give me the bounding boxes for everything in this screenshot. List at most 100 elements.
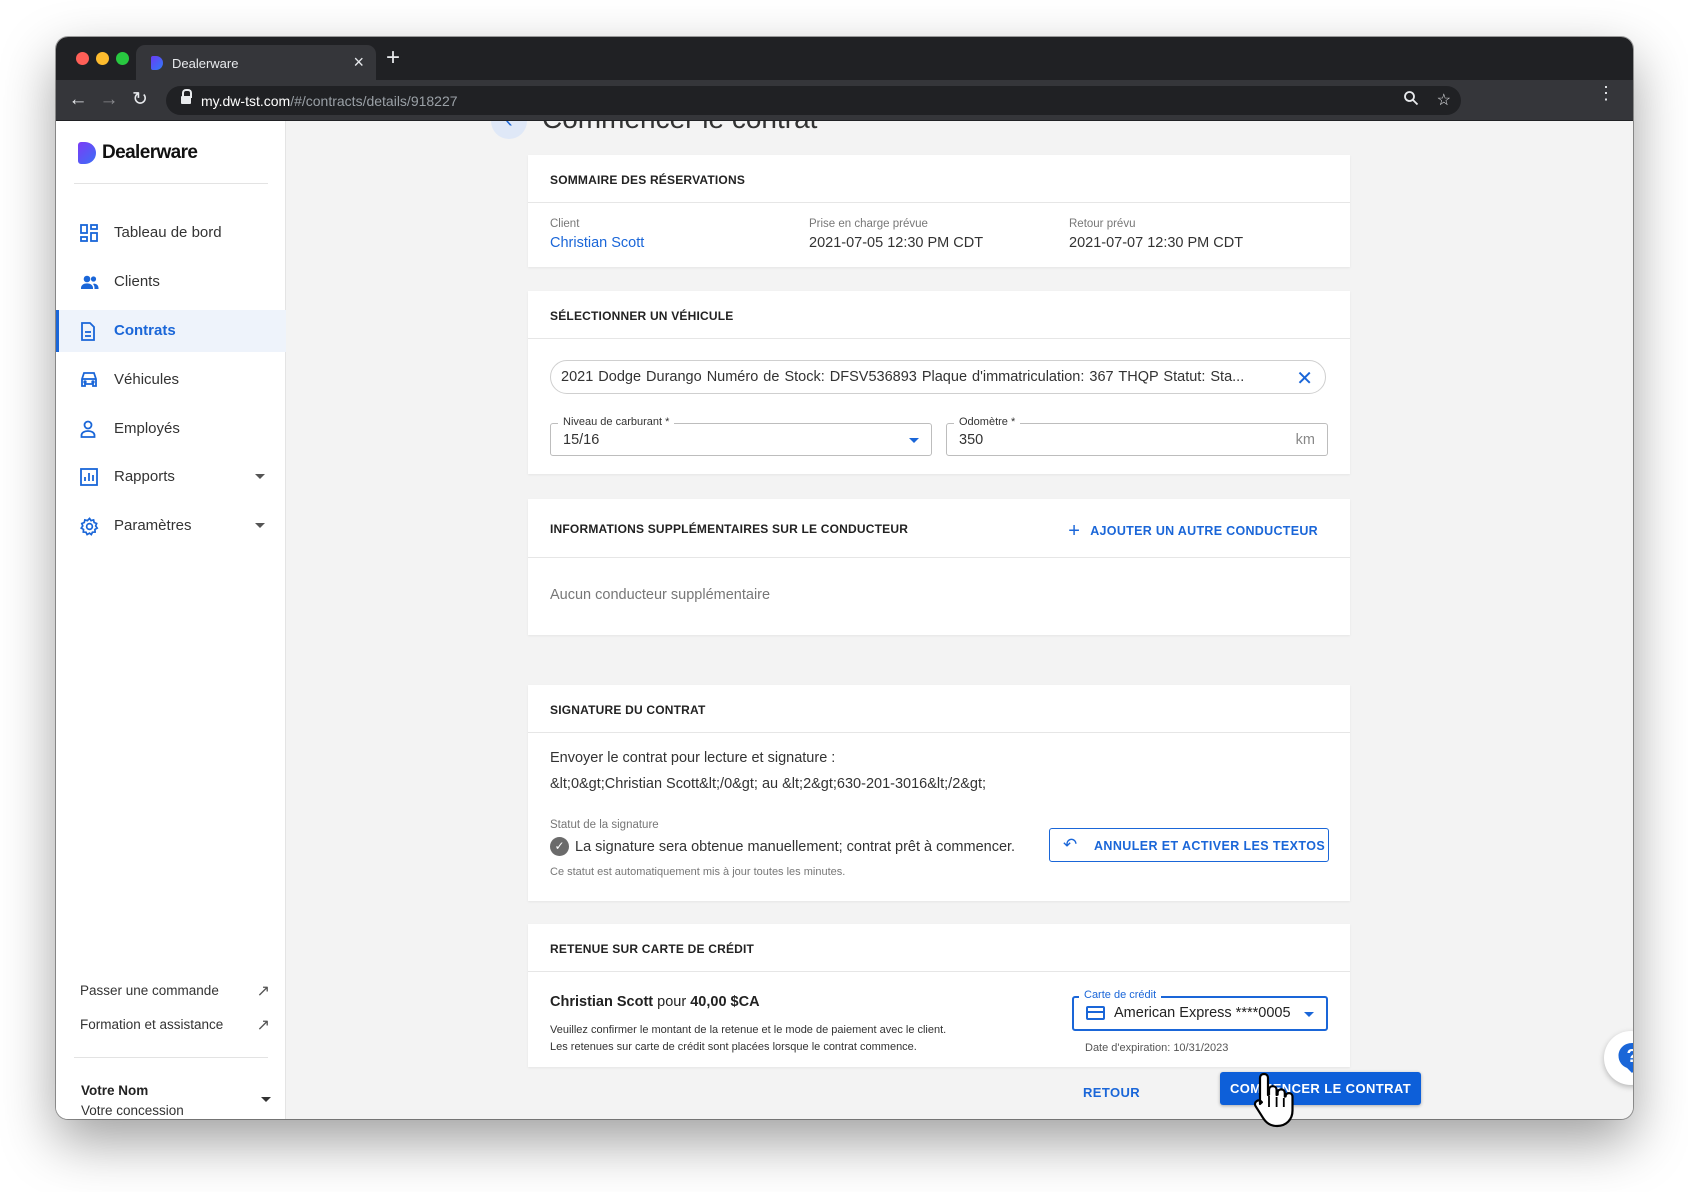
card-title: SIGNATURE DU CONTRAT (550, 703, 706, 717)
browser-window: Dealerware × + ← → ↻ my.dw-tst.com/#/con… (56, 37, 1633, 1119)
sidebar-item-vehicles[interactable]: Véhicules (56, 359, 286, 401)
back-button[interactable]: ‹ (491, 121, 527, 139)
browser-toolbar: ← → ↻ my.dw-tst.com/#/contracts/details/… (56, 80, 1633, 121)
close-window-button[interactable] (76, 52, 89, 65)
cancel-enable-texts-button[interactable]: ↶ ANNULER ET ACTIVER LES TEXTOS (1049, 828, 1329, 862)
dropdown-arrow-icon (909, 438, 919, 443)
sidebar-divider (74, 1057, 268, 1058)
browser-tab[interactable]: Dealerware × (136, 45, 376, 80)
user-dealership: Votre concession (81, 1103, 184, 1118)
card-header: INFORMATIONS SUPPLÉMENTAIRES SUR LE COND… (528, 499, 1350, 558)
page-title: Commencer le contrat (542, 121, 817, 135)
signature-status: ✓ La signature sera obtenue manuellement… (550, 837, 1015, 856)
card-header: SÉLECTIONNER UN VÉHICULE (528, 291, 1350, 339)
return-label: Retour prévu (1069, 218, 1136, 230)
sidebar-item-contracts[interactable]: Contrats (56, 310, 286, 352)
fuel-level-select[interactable]: Niveau de carburant * 15/16 (550, 416, 932, 456)
minimize-window-button[interactable] (96, 52, 109, 65)
external-link-icon: ↗ (256, 1017, 270, 1034)
check-circle-icon: ✓ (550, 837, 569, 856)
return-value: 2021-07-07 12:30 PM CDT (1069, 235, 1244, 251)
close-tab-icon[interactable]: × (353, 52, 364, 73)
client-name-link[interactable]: Christian Scott (550, 235, 644, 251)
client-block: Client Christian Scott (550, 218, 644, 251)
address-bar[interactable]: my.dw-tst.com/#/contracts/details/918227… (166, 86, 1461, 115)
sidebar-item-employees[interactable]: Employés (56, 408, 286, 450)
dealerware-favicon-icon (151, 56, 163, 70)
training-support-link[interactable]: Formation et assistance ↗ (80, 1017, 270, 1034)
sidebar-item-label: Rapports (114, 468, 175, 485)
card-header: SIGNATURE DU CONTRAT (528, 685, 1350, 733)
signature-status-text: La signature sera obtenue manuellement; … (575, 838, 1016, 855)
reload-icon[interactable]: ↻ (128, 86, 152, 114)
plus-icon: + (1068, 520, 1081, 542)
brand-logo[interactable]: Dealerware (78, 141, 198, 165)
hold-note-line: Les retenues sur carte de crédit sont pl… (550, 1041, 917, 1053)
pickup-block: Prise en charge prévue 2021-07-05 12:30 … (809, 218, 983, 251)
hold-note-line: Veuillez confirmer le montant de la rete… (550, 1024, 947, 1036)
forward-arrow-icon[interactable]: → (97, 86, 121, 114)
sidebar-item-settings[interactable]: Paramètres (56, 505, 286, 547)
send-contract-line: Envoyer le contrat pour lecture et signa… (550, 750, 836, 766)
sidebar-item-label: Véhicules (114, 371, 180, 388)
add-driver-button[interactable]: + AJOUTER UN AUTRE CONDUCTEUR (1068, 518, 1318, 542)
user-menu[interactable]: Votre Nom Votre concession (81, 1083, 271, 1118)
app: Dealerware Tableau de bord Clients Contr… (56, 121, 1633, 1119)
sidebar: Dealerware Tableau de bord Clients Contr… (56, 121, 286, 1119)
back-arrow-icon[interactable]: ← (66, 86, 90, 114)
people-icon (80, 273, 99, 291)
car-icon (80, 371, 99, 389)
back-text-button[interactable]: RETOUR (1083, 1085, 1140, 1100)
hold-note: Veuillez confirmer le montant de la rete… (550, 1022, 946, 1056)
signature-status-note: Ce statut est automatiquement mis à jour… (550, 866, 846, 878)
signature-status-label: Statut de la signature (550, 819, 659, 831)
additional-drivers-card: INFORMATIONS SUPPLÉMENTAIRES SUR LE COND… (528, 499, 1350, 635)
help-button[interactable]: ? (1604, 1031, 1633, 1085)
dropdown-arrow-icon (1304, 1012, 1314, 1017)
sidebar-item-reports[interactable]: Rapports (56, 456, 286, 498)
tab-title: Dealerware (172, 56, 239, 71)
return-block: Retour prévu 2021-07-07 12:30 PM CDT (1069, 218, 1243, 251)
chevron-down-icon (255, 523, 265, 528)
url-text: my.dw-tst.com/#/contracts/details/918227 (201, 93, 458, 109)
help-question-icon: ? (1618, 1043, 1633, 1073)
dealerware-logo-icon (78, 142, 96, 164)
new-tab-button[interactable]: + (386, 45, 400, 71)
card-header: RETENUE SUR CARTE DE CRÉDIT (528, 924, 1350, 972)
browser-menu-icon[interactable]: ⋮ (1597, 84, 1615, 102)
dashboard-icon (80, 224, 99, 242)
hand-cursor-icon (1253, 1072, 1294, 1128)
bookmark-star-icon[interactable]: ☆ (1437, 90, 1451, 110)
credit-card-select[interactable]: Carte de crédit American Express ****000… (1072, 989, 1328, 1031)
sidebar-item-label: Employés (114, 420, 180, 437)
zoom-icon[interactable] (1403, 90, 1419, 111)
odometer-field[interactable]: Odomètre * 350 km (946, 416, 1328, 456)
user-name: Votre Nom (81, 1083, 149, 1098)
place-order-link[interactable]: Passer une commande ↗ (80, 983, 270, 1000)
vehicle-select[interactable]: 2021 Dodge Durango Numéro de Stock: DFSV… (550, 360, 1326, 394)
credit-card-hold-card: RETENUE SUR CARTE DE CRÉDIT Christian Sc… (528, 924, 1350, 1067)
training-support-label: Formation et assistance (80, 1017, 224, 1032)
card-title: SÉLECTIONNER UN VÉHICULE (550, 309, 734, 323)
maximize-window-button[interactable] (116, 52, 129, 65)
cancel-enable-texts-label: ANNULER ET ACTIVER LES TEXTOS (1094, 839, 1326, 853)
card-title: SOMMAIRE DES RÉSERVATIONS (550, 173, 746, 187)
sidebar-item-clients[interactable]: Clients (56, 261, 286, 303)
credit-card-value: American Express ****0005 (1114, 1005, 1291, 1021)
card-title: INFORMATIONS SUPPLÉMENTAIRES SUR LE COND… (550, 522, 909, 536)
hold-amount: 40,00 $CA (690, 994, 760, 1010)
brand-name: Dealerware (102, 142, 198, 163)
send-contract-recipient: &lt;0&gt;Christian Scott&lt;/0&gt; au &l… (550, 776, 987, 792)
odometer-value: 350 (959, 432, 984, 448)
sidebar-divider (74, 183, 268, 184)
external-link-icon: ↗ (256, 983, 270, 1000)
odometer-label: Odomètre * (954, 416, 1021, 428)
credit-card-label: Carte de crédit (1079, 989, 1162, 1001)
selected-vehicle-text: 2021 Dodge Durango Numéro de Stock: DFSV… (561, 369, 1245, 385)
clear-icon[interactable]: ✕ (1296, 366, 1313, 391)
vehicle-selection-card: SÉLECTIONNER UN VÉHICULE 2021 Dodge Dura… (528, 291, 1350, 474)
card-title: RETENUE SUR CARTE DE CRÉDIT (550, 942, 755, 956)
chevron-down-icon (261, 1097, 271, 1102)
sidebar-item-dashboard[interactable]: Tableau de bord (56, 212, 286, 254)
reservation-summary-card: SOMMAIRE DES RÉSERVATIONS Client Christi… (528, 155, 1350, 267)
